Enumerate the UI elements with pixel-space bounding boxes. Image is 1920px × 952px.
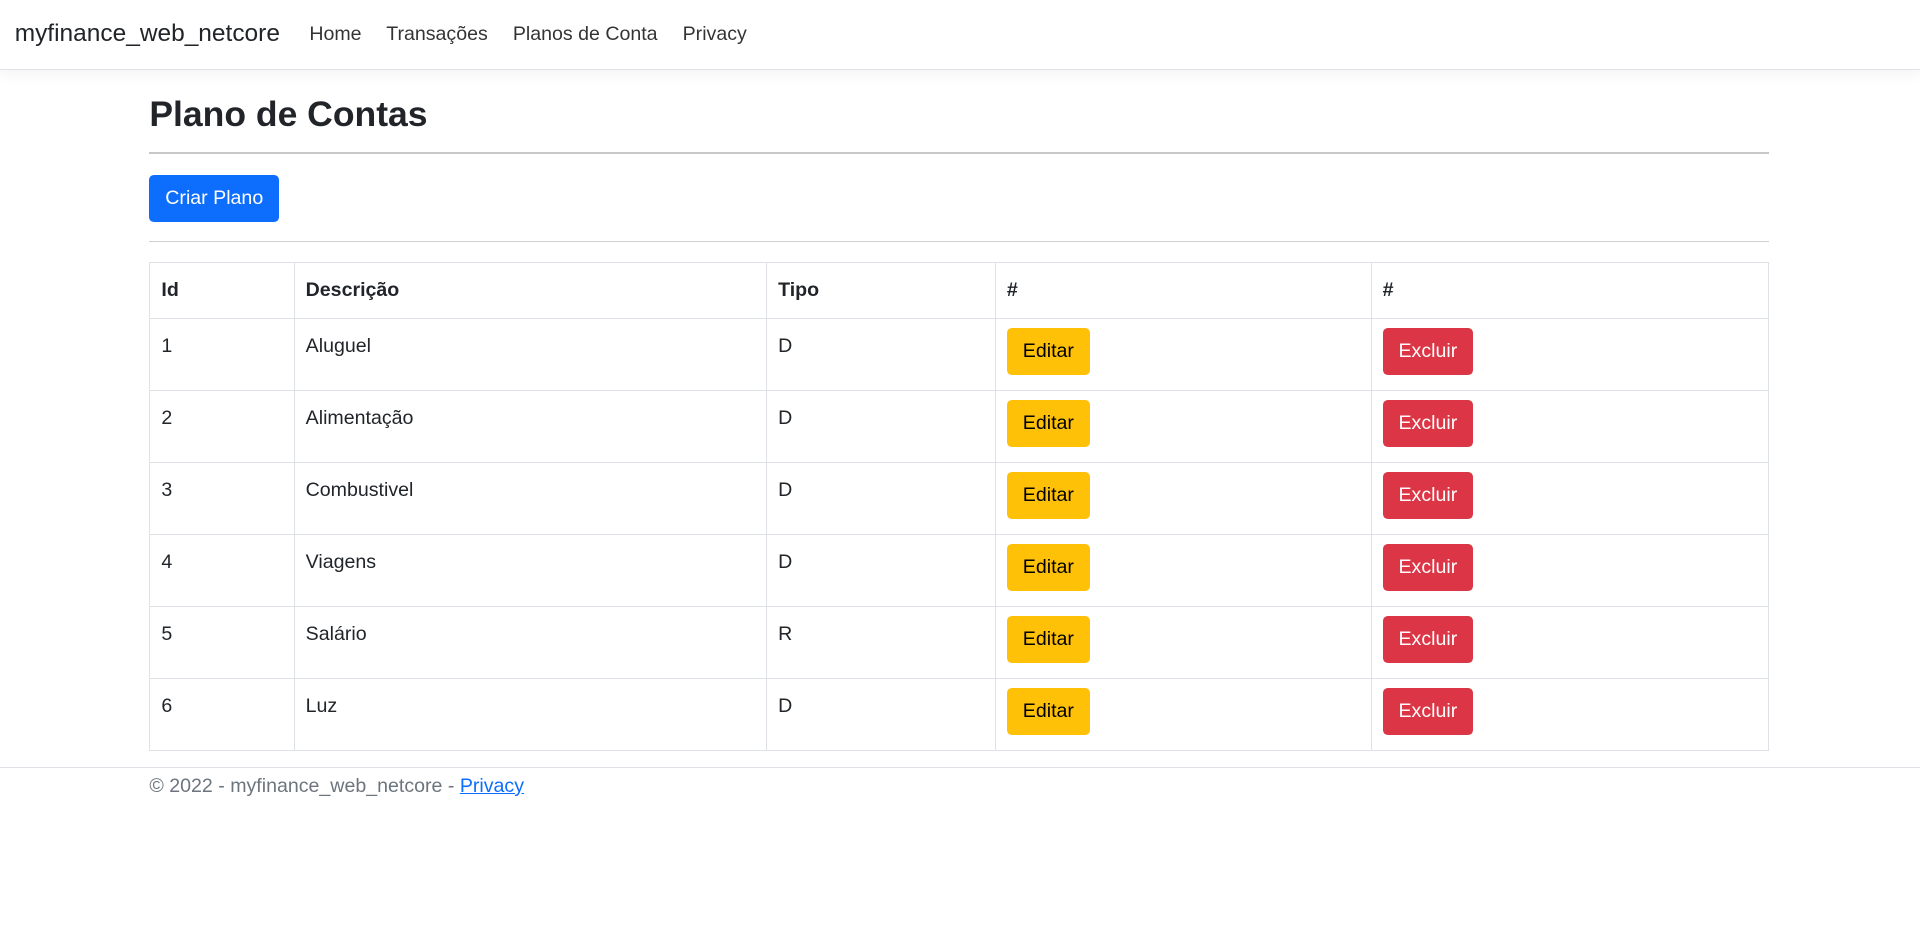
- footer-privacy-link[interactable]: Privacy: [460, 775, 524, 797]
- edit-button[interactable]: Editar: [1006, 616, 1090, 663]
- delete-button[interactable]: Excluir: [1382, 328, 1474, 375]
- divider: [149, 241, 1770, 243]
- navbar: myfinance_web_netcore Home Transações Pl…: [0, 0, 1920, 70]
- cell-id: 2: [149, 389, 295, 463]
- cell-type: D: [766, 533, 996, 607]
- column-header: #: [1370, 261, 1770, 319]
- delete-button[interactable]: Excluir: [1382, 472, 1474, 519]
- cell-id: 5: [149, 605, 295, 679]
- nav-home[interactable]: Home: [309, 23, 361, 45]
- table-row: 4 Viagens D Editar Excluir: [149, 533, 1770, 607]
- cell-description: Alimentação: [293, 389, 768, 463]
- nav-planos-de-conta[interactable]: Planos de Conta: [513, 23, 658, 45]
- footer-text: © 2022 - myfinance_web_netcore -: [149, 774, 460, 797]
- create-plan-button[interactable]: Criar Plano: [149, 175, 280, 222]
- table-row: 5 Salário R Editar Excluir: [149, 605, 1770, 679]
- footer: © 2022 - myfinance_web_netcore - Privacy: [0, 766, 1920, 798]
- column-header: Id: [149, 261, 295, 319]
- cell-description: Luz: [293, 677, 768, 751]
- table-row: 6 Luz D Editar Excluir: [149, 677, 1770, 751]
- column-header: Tipo: [766, 261, 996, 319]
- cell-type: D: [766, 461, 996, 535]
- main-content: Plano de Contas Criar Plano Id Descrição T…: [149, 70, 1770, 751]
- cell-type: D: [766, 677, 996, 751]
- cell-id: 4: [149, 533, 295, 607]
- edit-button[interactable]: Editar: [1006, 544, 1090, 591]
- accounts-table: Id Descrição Tipo # # 1 Aluguel D Editar Exc…: [149, 261, 1770, 751]
- delete-button[interactable]: Excluir: [1382, 400, 1474, 447]
- delete-button[interactable]: Excluir: [1382, 616, 1474, 663]
- cell-id: 3: [149, 461, 295, 535]
- edit-button[interactable]: Editar: [1006, 328, 1090, 375]
- edit-button[interactable]: Editar: [1006, 472, 1090, 519]
- nav-transacoes[interactable]: Transações: [386, 23, 488, 45]
- cell-type: R: [766, 605, 996, 679]
- column-header: Descrição: [293, 261, 768, 319]
- column-header: #: [994, 261, 1372, 319]
- cell-description: Combustivel: [293, 461, 768, 535]
- table-row: 3 Combustivel D Editar Excluir: [149, 461, 1770, 535]
- nav-privacy[interactable]: Privacy: [683, 23, 747, 45]
- cell-type: D: [766, 389, 996, 463]
- table-row: 2 Alimentação D Editar Excluir: [149, 389, 1770, 463]
- divider: [149, 152, 1770, 155]
- cell-id: 6: [149, 677, 295, 751]
- nav-links: Home Transações Planos de Conta Privacy: [309, 23, 766, 46]
- delete-button[interactable]: Excluir: [1382, 688, 1474, 735]
- edit-button[interactable]: Editar: [1006, 400, 1090, 447]
- cell-id: 1: [149, 317, 295, 391]
- brand-link[interactable]: myfinance_web_netcore: [15, 20, 280, 48]
- delete-button[interactable]: Excluir: [1382, 544, 1474, 591]
- table-row: 1 Aluguel D Editar Excluir: [149, 317, 1770, 391]
- page-title: Plano de Contas: [149, 94, 428, 135]
- cell-description: Aluguel: [293, 317, 768, 391]
- cell-description: Salário: [293, 605, 768, 679]
- cell-type: D: [766, 317, 996, 391]
- edit-button[interactable]: Editar: [1006, 688, 1090, 735]
- cell-description: Viagens: [293, 533, 768, 607]
